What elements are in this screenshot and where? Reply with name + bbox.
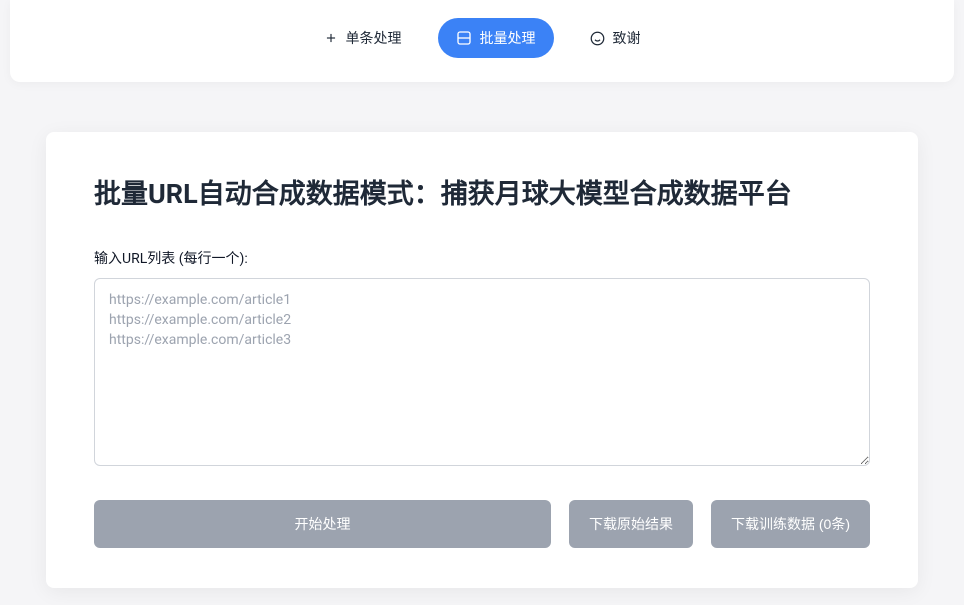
tab-single[interactable]: 单条处理: [306, 18, 420, 58]
tab-single-label: 单条处理: [346, 28, 402, 48]
tab-thanks[interactable]: 致谢: [572, 18, 659, 58]
download-train-button[interactable]: 下载训练数据 (0条): [711, 500, 870, 548]
tab-thanks-label: 致谢: [613, 28, 641, 48]
plus-icon: [324, 31, 338, 45]
top-tab-bar: 单条处理 批量处理 致谢: [10, 0, 954, 82]
url-list-input[interactable]: [94, 278, 870, 466]
tab-batch-label: 批量处理: [480, 28, 536, 48]
layout-icon: [456, 30, 472, 46]
download-raw-button[interactable]: 下载原始结果: [569, 500, 693, 548]
url-list-label: 输入URL列表 (每行一个):: [94, 248, 870, 268]
button-row: 开始处理 下载原始结果 下载训练数据 (0条): [94, 500, 870, 548]
main-card: 批量URL自动合成数据模式：捕获月球大模型合成数据平台 输入URL列表 (每行一…: [46, 132, 918, 588]
smile-icon: [590, 31, 605, 46]
start-button[interactable]: 开始处理: [94, 500, 551, 548]
page-title: 批量URL自动合成数据模式：捕获月球大模型合成数据平台: [94, 176, 870, 212]
tab-batch[interactable]: 批量处理: [438, 18, 554, 58]
